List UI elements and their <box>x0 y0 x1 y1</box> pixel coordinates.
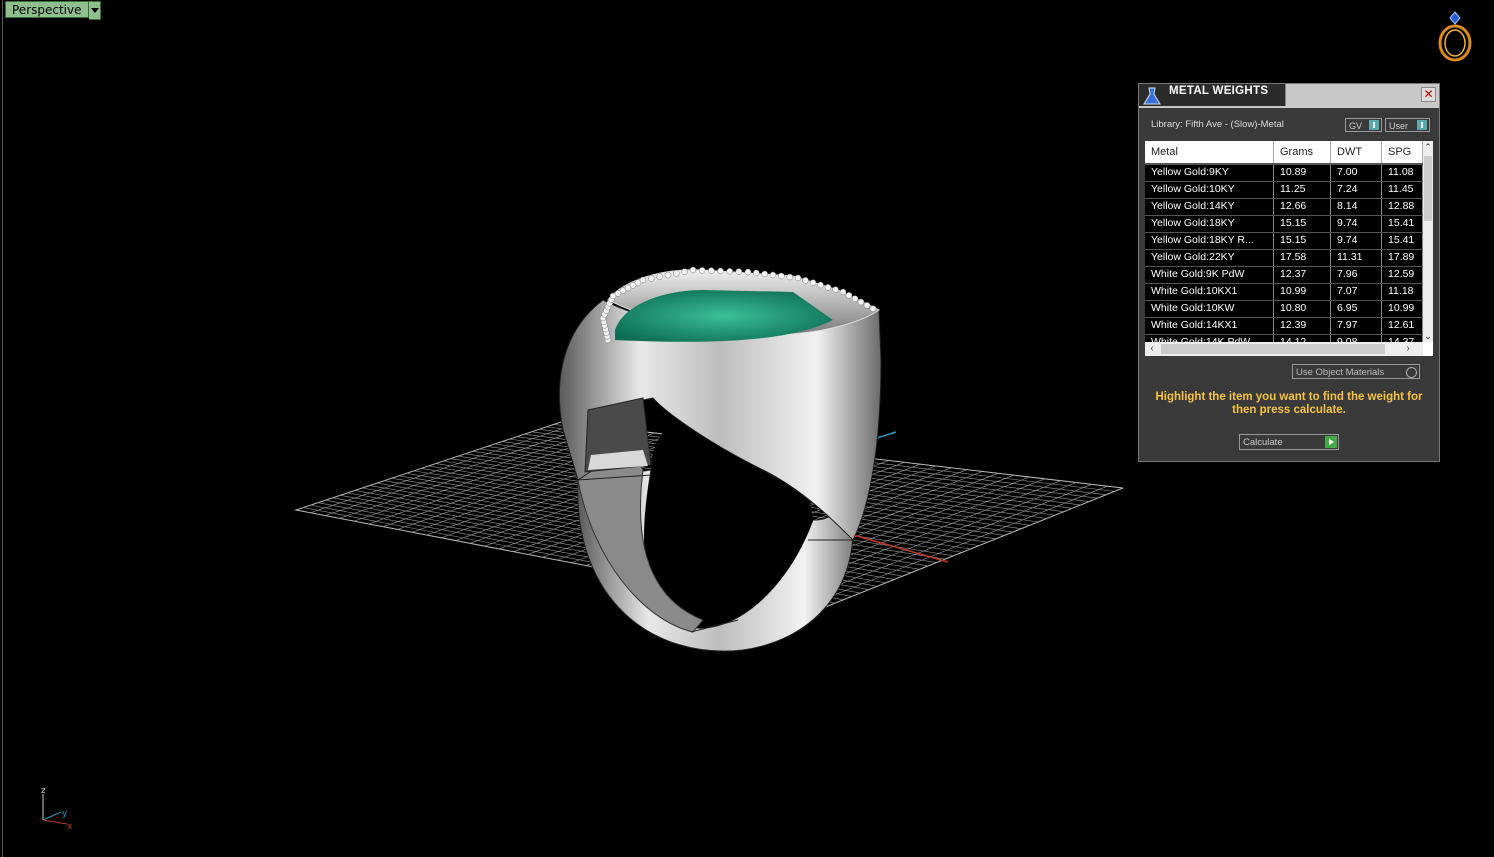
scroll-thumb[interactable] <box>1424 156 1432 221</box>
flask-icon <box>1143 87 1161 105</box>
cell-dwt: 8.14 <box>1331 199 1382 215</box>
table-row[interactable]: Yellow Gold:14KY 12.66 8.14 12.88 <box>1145 199 1423 216</box>
cell-spg: 11.18 <box>1382 284 1423 300</box>
cell-spg: 10.99 <box>1382 301 1423 317</box>
toggle-indicator-icon <box>1417 120 1427 130</box>
metal-table[interactable]: Metal Grams DWT SPG Yellow Gold:9KY 10.89… <box>1145 141 1433 356</box>
cell-grams: 15.15 <box>1274 233 1331 249</box>
cell-dwt: 7.07 <box>1331 284 1382 300</box>
table-row[interactable]: Yellow Gold:22KY 17.58 11.31 17.89 <box>1145 250 1423 267</box>
column-header-metal[interactable]: Metal <box>1145 141 1274 163</box>
cell-grams: 15.15 <box>1274 216 1331 232</box>
cell-grams: 10.89 <box>1274 165 1331 181</box>
gv-label: GV <box>1349 121 1363 131</box>
axis-y-label: y <box>62 809 68 819</box>
cell-grams: 11.25 <box>1274 182 1331 198</box>
table-row[interactable]: White Gold:10KX1 10.99 7.07 11.18 <box>1145 284 1423 301</box>
scroll-right-icon[interactable]: › <box>1401 342 1415 356</box>
cell-grams: 12.39 <box>1274 318 1331 334</box>
viewport-label[interactable]: Perspective <box>5 1 101 20</box>
cell-metal: Yellow Gold:22KY <box>1145 250 1274 266</box>
table-body: Yellow Gold:9KY 10.89 7.00 11.08 Yellow Gold… <box>1145 165 1423 352</box>
metal-weights-panel: METAL WEIGHTS ✕ Library: Fifth Ave - (Sl… <box>1138 83 1440 462</box>
table-header: Metal Grams DWT SPG <box>1145 141 1423 165</box>
cell-dwt: 9.74 <box>1331 233 1382 249</box>
axis-x-label: x <box>67 822 73 832</box>
ring-logo-icon[interactable] <box>1433 8 1477 64</box>
table-row[interactable]: Yellow Gold:10KY 11.25 7.24 11.45 <box>1145 182 1423 199</box>
instruction-text: Highlight the item you want to find the … <box>1155 391 1423 416</box>
toggle-indicator-icon <box>1369 120 1379 130</box>
table-row[interactable]: Yellow Gold:18KY R... 15.15 9.74 15.41 <box>1145 233 1423 250</box>
cell-dwt: 7.97 <box>1331 318 1382 334</box>
cell-dwt: 11.31 <box>1331 250 1382 266</box>
table-row[interactable]: Yellow Gold:18KY 15.15 9.74 15.41 <box>1145 216 1423 233</box>
column-header-spg[interactable]: SPG <box>1382 141 1423 163</box>
cell-spg: 15.41 <box>1382 216 1423 232</box>
scroll-left-icon[interactable]: ‹ <box>1145 342 1159 356</box>
table-row[interactable]: White Gold:10KW 10.80 6.95 10.99 <box>1145 301 1423 318</box>
chevron-down-icon[interactable] <box>88 1 101 20</box>
table-row[interactable]: Yellow Gold:9KY 10.89 7.00 11.08 <box>1145 165 1423 182</box>
cell-spg: 15.41 <box>1382 233 1423 249</box>
cell-grams: 17.58 <box>1274 250 1331 266</box>
table-row[interactable]: White Gold:14KX1 12.39 7.97 12.61 <box>1145 318 1423 335</box>
cell-metal: White Gold:10KW <box>1145 301 1274 317</box>
use-object-materials-option[interactable]: Use Object Materials <box>1292 364 1420 379</box>
gv-toggle[interactable]: GV <box>1345 118 1382 132</box>
cell-spg: 11.08 <box>1382 165 1423 181</box>
cell-grams: 10.99 <box>1274 284 1331 300</box>
cell-metal: Yellow Gold:9KY <box>1145 165 1274 181</box>
use-object-materials-label: Use Object Materials <box>1296 367 1385 378</box>
table-row[interactable]: White Gold:9K PdW 12.37 7.96 12.59 <box>1145 267 1423 284</box>
horizontal-scrollbar[interactable]: ‹ › <box>1145 342 1423 356</box>
scroll-up-icon[interactable]: ⌃ <box>1423 141 1433 153</box>
cell-spg: 17.89 <box>1382 250 1423 266</box>
viewport-name[interactable]: Perspective <box>5 1 89 18</box>
cell-grams: 12.37 <box>1274 267 1331 283</box>
panel-title-tab[interactable]: METAL WEIGHTS <box>1139 84 1286 106</box>
calculate-label: Calculate <box>1243 437 1283 448</box>
cell-grams: 10.80 <box>1274 301 1331 317</box>
close-button[interactable]: ✕ <box>1421 87 1436 102</box>
hscroll-thumb[interactable] <box>1161 344 1385 354</box>
cell-metal: Yellow Gold:10KY <box>1145 182 1274 198</box>
calculate-button[interactable]: Calculate <box>1239 434 1339 450</box>
scroll-down-icon[interactable]: ⌄ <box>1423 330 1433 342</box>
axis-z-label: z <box>41 786 46 796</box>
user-toggle[interactable]: User <box>1385 118 1430 132</box>
cell-dwt: 7.96 <box>1331 267 1382 283</box>
cell-dwt: 7.24 <box>1331 182 1382 198</box>
cell-metal: Yellow Gold:18KY <box>1145 216 1274 232</box>
user-label: User <box>1389 121 1409 131</box>
cell-spg: 12.61 <box>1382 318 1423 334</box>
cell-metal: White Gold:10KX1 <box>1145 284 1274 300</box>
panel-title: METAL WEIGHTS <box>1169 85 1269 97</box>
axis-gizmo: z y x <box>41 786 73 832</box>
cell-metal: White Gold:14KX1 <box>1145 318 1274 334</box>
library-label: Library: Fifth Ave - (Slow)-Metal <box>1151 119 1284 130</box>
cell-spg: 12.88 <box>1382 199 1423 215</box>
panel-titlebar[interactable]: METAL WEIGHTS ✕ <box>1139 84 1439 108</box>
cell-grams: 12.66 <box>1274 199 1331 215</box>
cell-metal: Yellow Gold:14KY <box>1145 199 1274 215</box>
cell-metal: White Gold:9K PdW <box>1145 267 1274 283</box>
vertical-scrollbar[interactable]: ⌃ ⌄ <box>1423 141 1433 342</box>
column-header-grams[interactable]: Grams <box>1274 141 1331 163</box>
cell-metal: Yellow Gold:18KY R... <box>1145 233 1274 249</box>
cell-dwt: 6.95 <box>1331 301 1382 317</box>
cell-spg: 12.59 <box>1382 267 1423 283</box>
cell-dwt: 9.74 <box>1331 216 1382 232</box>
column-header-dwt[interactable]: DWT <box>1331 141 1382 163</box>
cell-dwt: 7.00 <box>1331 165 1382 181</box>
radio-icon[interactable] <box>1406 367 1417 378</box>
play-icon <box>1325 436 1337 448</box>
cell-spg: 11.45 <box>1382 182 1423 198</box>
